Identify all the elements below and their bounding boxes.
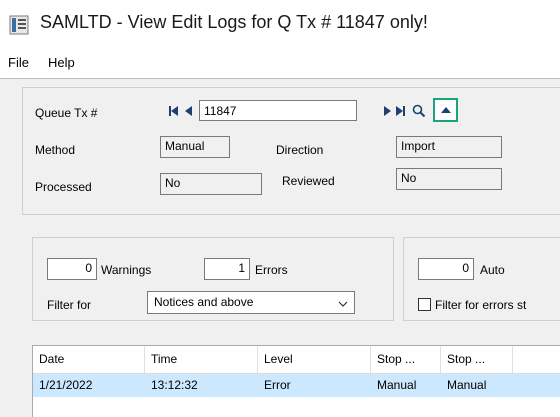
cell-date: 1/21/2022 (39, 378, 93, 392)
auto-count: 0 (418, 258, 474, 280)
method-label: Method (35, 143, 76, 157)
queue-tx-input[interactable] (199, 100, 357, 121)
direction-label: Direction (276, 143, 324, 157)
cell-time: 13:12:32 (151, 378, 198, 392)
collapse-button[interactable] (433, 98, 458, 122)
direction-value: Import (396, 136, 502, 158)
next-record-icon[interactable] (381, 104, 393, 118)
warnings-label: Warnings (101, 263, 152, 277)
last-record-icon[interactable] (395, 104, 407, 118)
app-icon[interactable] (8, 14, 30, 36)
cell-stop-2: Manual (447, 378, 487, 392)
column-header-stop-2[interactable]: Stop ... (441, 346, 513, 373)
cell-level: Error (264, 378, 291, 392)
log-grid[interactable]: Date Time Level Stop ... Stop ... 1/21/2… (32, 345, 560, 417)
filter-for-selected: Notices and above (154, 295, 254, 309)
errors-count: 1 (204, 258, 250, 280)
main-panel: Queue Tx # Method Manual Direction Impor… (0, 78, 560, 417)
filter-for-select[interactable]: Notices and above (147, 291, 355, 314)
search-icon[interactable] (412, 104, 426, 118)
reviewed-label: Reviewed (282, 174, 335, 188)
menu-help[interactable]: Help (48, 55, 75, 70)
menu-bar: File Help (0, 48, 560, 78)
table-row[interactable]: 1/21/2022 13:12:32 Error Manual Manual (33, 374, 560, 397)
previous-record-icon[interactable] (183, 104, 195, 118)
column-header-date[interactable]: Date (33, 346, 145, 373)
warnings-count: 0 (47, 258, 97, 280)
reviewed-value: No (396, 168, 502, 190)
filter-errors-checkbox[interactable] (418, 298, 431, 311)
filter-errors-label: Filter for errors st (435, 298, 527, 312)
chevron-down-icon (338, 297, 348, 311)
menu-file[interactable]: File (8, 55, 29, 70)
collapse-up-icon (441, 107, 451, 113)
method-value: Manual (160, 136, 230, 158)
auto-label: Auto (480, 263, 505, 277)
cell-stop-1: Manual (377, 378, 417, 392)
processed-label: Processed (35, 180, 92, 194)
processed-value: No (160, 173, 262, 195)
column-header-level[interactable]: Level (258, 346, 371, 373)
filter-group: 0 Warnings 1 Errors Filter for Notices a… (32, 237, 394, 321)
filter-for-label: Filter for (47, 298, 92, 312)
errors-label: Errors (255, 263, 288, 277)
grid-header: Date Time Level Stop ... Stop ... (33, 346, 560, 374)
window-title: SAMLTD - View Edit Logs for Q Tx # 11847… (40, 12, 428, 32)
auto-group: 0 Auto Filter for errors st (403, 237, 560, 321)
title-bar: SAMLTD - View Edit Logs for Q Tx # 11847… (0, 0, 560, 48)
column-header-time[interactable]: Time (145, 346, 258, 373)
queue-header-group: Queue Tx # Method Manual Direction Impor… (22, 87, 560, 215)
queue-tx-label: Queue Tx # (35, 106, 98, 120)
column-header-stop-1[interactable]: Stop ... (371, 346, 441, 373)
first-record-icon[interactable] (168, 104, 180, 118)
